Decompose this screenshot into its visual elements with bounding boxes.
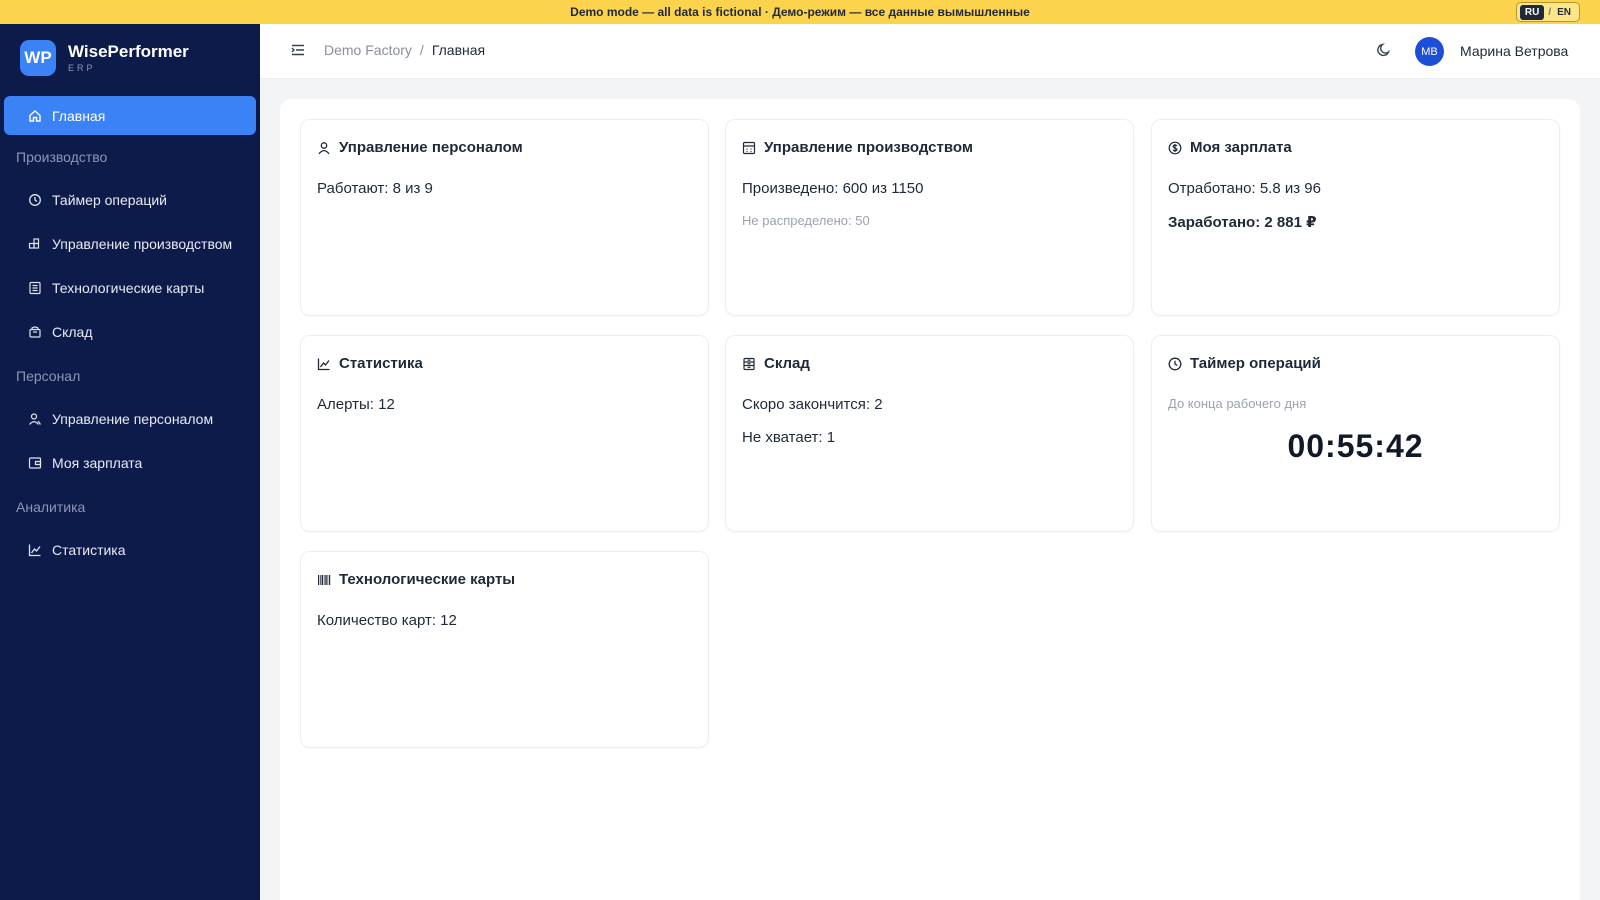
user-icon xyxy=(317,141,331,155)
card-value: Работают: 8 из 9 xyxy=(317,180,433,197)
calculator-icon xyxy=(742,141,756,155)
breadcrumb-root[interactable]: Demo Factory xyxy=(324,42,412,58)
home-icon xyxy=(28,109,42,123)
wallet-icon xyxy=(28,456,42,470)
card-production[interactable]: Управление производством Произведено: 60… xyxy=(725,119,1134,316)
topbar: Demo Factory / Главная МВ Марина Ветрова xyxy=(260,24,1600,79)
card-title: Склад xyxy=(764,355,810,372)
barcode-icon xyxy=(317,573,331,587)
dashboard-content: Управление персоналом Работают: 8 из 9 У… xyxy=(280,99,1580,900)
list-icon xyxy=(28,281,42,295)
sidebar-nav: Главная Производство Таймер операций Упр… xyxy=(0,96,260,572)
card-subtext: До конца рабочего дня xyxy=(1168,396,1307,411)
sidebar-item-stats[interactable]: Статистика xyxy=(0,528,260,572)
breadcrumb-current: Главная xyxy=(431,42,486,58)
sidebar-item-label: Главная xyxy=(52,107,106,124)
breadcrumb: Demo Factory / Главная xyxy=(324,42,485,58)
demo-banner-text: Demo mode — all data is fictional · Демо… xyxy=(570,5,1030,19)
clock-icon xyxy=(1168,357,1182,371)
sidebar: WP WisePerformer ERP Главная Производств… xyxy=(0,24,260,900)
clock-icon xyxy=(28,193,42,207)
card-title: Таймер операций xyxy=(1190,355,1321,372)
dollar-circle-icon xyxy=(1168,141,1182,155)
card-stats[interactable]: Статистика Алерты: 12 xyxy=(300,335,709,532)
avatar[interactable]: МВ xyxy=(1415,37,1444,66)
card-personnel[interactable]: Управление персоналом Работают: 8 из 9 xyxy=(300,119,709,316)
chart-icon xyxy=(317,357,331,371)
menu-toggle-icon[interactable] xyxy=(290,42,306,58)
card-techcards[interactable]: Технологические карты Количество карт: 1… xyxy=(300,551,709,748)
sidebar-section-personnel: Персонал xyxy=(16,367,81,384)
chart-icon xyxy=(28,543,42,557)
lang-en-button[interactable]: EN xyxy=(1555,5,1573,20)
card-title: Технологические карты xyxy=(339,571,516,588)
sidebar-item-salary[interactable]: Моя зарплата xyxy=(0,441,260,485)
sidebar-item-label: Управление персоналом xyxy=(52,411,214,427)
sidebar-item-warehouse[interactable]: Склад xyxy=(0,310,260,354)
card-value: Не хватает: 1 xyxy=(742,429,836,446)
card-value: Произведено: 600 из 1150 xyxy=(742,180,924,197)
lang-ru-button[interactable]: RU xyxy=(1519,4,1545,20)
demo-banner: Demo mode — all data is fictional · Демо… xyxy=(0,0,1600,24)
card-title: Моя зарплата xyxy=(1190,139,1292,156)
card-value: Количество карт: 12 xyxy=(317,612,457,629)
sidebar-item-timer[interactable]: Таймер операций xyxy=(0,178,260,222)
users-icon xyxy=(28,412,42,426)
sidebar-item-label: Технологические карты xyxy=(52,280,205,296)
sidebar-item-label: Склад xyxy=(52,324,93,340)
timer-value: 00:55:42 xyxy=(1287,428,1424,464)
card-value: Отработано: 5.8 из 96 xyxy=(1168,180,1321,197)
brand[interactable]: WP WisePerformer ERP xyxy=(20,40,189,76)
sidebar-item-production[interactable]: Управление производством xyxy=(0,222,260,266)
sidebar-item-label: Моя зарплата xyxy=(52,455,143,471)
language-switch[interactable]: RU / EN xyxy=(1515,2,1580,22)
card-title: Статистика xyxy=(339,355,423,372)
brand-name: WisePerformer xyxy=(68,42,189,61)
sidebar-item-label: Таймер операций xyxy=(52,192,168,208)
lang-separator: / xyxy=(1548,6,1552,18)
card-subtext: Не распределено: 50 xyxy=(742,213,870,228)
card-value-strong: Заработано: 2 881 ₽ xyxy=(1168,214,1317,231)
card-timer[interactable]: Таймер операций До конца рабочего дня 00… xyxy=(1151,335,1560,532)
user-name[interactable]: Марина Ветрова xyxy=(1460,43,1568,59)
card-title: Управление производством xyxy=(764,139,973,156)
archive-icon xyxy=(742,357,756,371)
sidebar-item-label: Управление производством xyxy=(52,236,233,252)
card-value: Скоро закончится: 2 xyxy=(742,396,883,413)
moon-icon[interactable] xyxy=(1376,42,1392,58)
sidebar-item-techcards[interactable]: Технологические карты xyxy=(0,266,260,310)
sidebar-item-home[interactable]: Главная xyxy=(4,96,256,135)
sidebar-section-production: Производство xyxy=(16,148,108,165)
breadcrumb-separator: / xyxy=(419,42,424,58)
box-icon xyxy=(28,325,42,339)
sidebar-item-personnel[interactable]: Управление персоналом xyxy=(0,397,260,441)
cubes-icon xyxy=(28,237,42,251)
card-value: Алерты: 12 xyxy=(317,396,395,413)
sidebar-item-label: Статистика xyxy=(52,542,126,558)
sidebar-section-analytics: Аналитика xyxy=(16,498,86,515)
brand-logo: WP xyxy=(20,40,56,76)
card-warehouse[interactable]: Склад Скоро закончится: 2 Не хватает: 1 xyxy=(725,335,1134,532)
card-title: Управление персоналом xyxy=(339,139,523,156)
card-salary[interactable]: Моя зарплата Отработано: 5.8 из 96 Зараб… xyxy=(1151,119,1560,316)
brand-sub: ERP xyxy=(68,63,96,73)
